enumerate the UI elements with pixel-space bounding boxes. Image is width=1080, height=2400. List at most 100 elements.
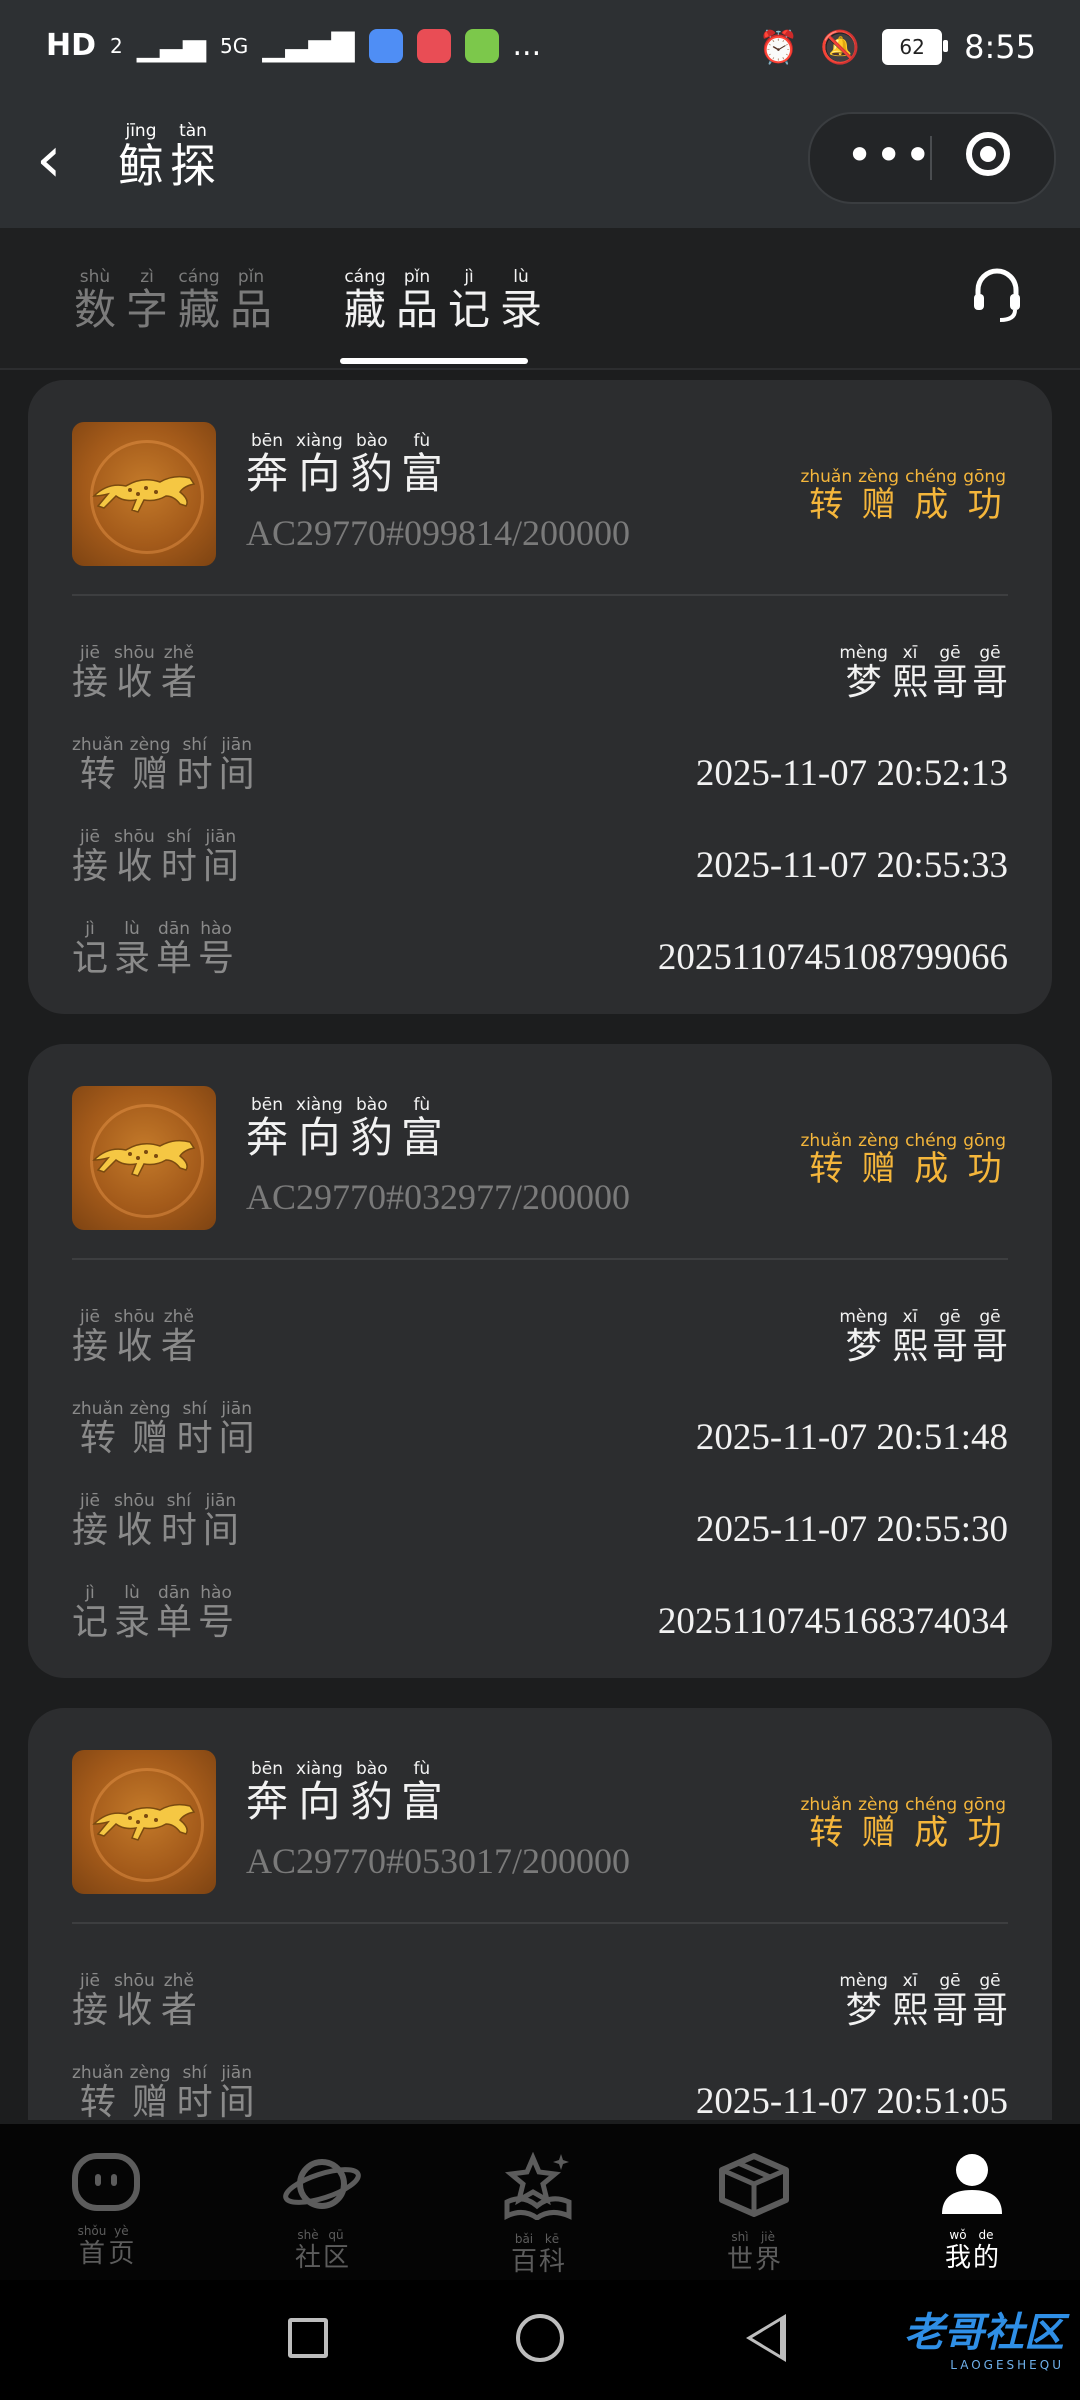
transfer-time-row-label-char: shí 时 xyxy=(176,1399,213,1459)
collection-name-char: fù 富 xyxy=(400,431,443,498)
transfer-time-row-value: 2025-11-07 20:52:13 xyxy=(695,753,1008,795)
record-no-row-label: jì 记 lù 录 dān 单 hào 号 xyxy=(72,1584,234,1643)
record-no-row-label-char: jì 记 xyxy=(72,1583,109,1643)
nav-item[interactable]: wǒ 我 de 的 xyxy=(912,2152,1032,2274)
status-right: ⏰ 🔕 62 8:55 xyxy=(758,28,1036,66)
watermark-subtext: LAOGESHEQU xyxy=(950,2358,1064,2372)
record-no-row-label-char: dān 单 xyxy=(156,919,193,979)
collection-name-char: bào 豹 xyxy=(350,1095,393,1162)
receiver-row-label-char: shōu 收 xyxy=(114,643,155,703)
receiver-name-char: gē 哥 xyxy=(971,643,1008,703)
record-card[interactable]: bēn 奔 xiàng 向 bào 豹 fù 富 AC29770#053017/200000 … xyxy=(28,1708,1052,2120)
receiver-row-label: jiē 接 shōu 收 zhě 者 xyxy=(72,1308,197,1367)
transfer-time-row-label: zhuǎn 转 zèng 赠 shí 时 jiān 间 xyxy=(72,736,255,795)
receive-time-row-label-char: shí 时 xyxy=(160,827,197,887)
receiver-row-label: jiē 接 shōu 收 zhě 者 xyxy=(72,1972,197,2031)
nav-label-char: wǒ 我 xyxy=(944,2228,971,2273)
receive-time-row-label: jiē 接 shōu 收 shí 时 jiān 间 xyxy=(72,1492,239,1551)
page-title: jīng 鲸 tàn 探 xyxy=(118,121,216,193)
status-char: zèng 赠 xyxy=(858,467,900,525)
receiver-name-char: gē 哥 xyxy=(971,1307,1008,1367)
transfer-time-row: zhuǎn 转 zèng 赠 shí 时 jiān 间 2025-11-07 20:51:05 xyxy=(72,2064,1008,2120)
collection-serial: AC29770#099814/200000 xyxy=(246,513,631,553)
collection-thumbnail xyxy=(72,422,216,566)
receiver-row-label-char: shōu 收 xyxy=(114,1971,155,2031)
recent-apps-icon[interactable] xyxy=(288,2318,328,2358)
receiver-name-char: gē 哥 xyxy=(931,1971,968,2031)
signal-icon: ▁▃▅ xyxy=(136,28,206,63)
nav-item[interactable]: shè 社 qū 区 xyxy=(262,2152,382,2274)
status-left: HD 2 ▁▃▅ 5G ▁▃▅▇ ... xyxy=(46,28,541,63)
collection-name: bēn 奔 xiàng 向 bào 豹 fù 富 xyxy=(246,1096,443,1162)
tab-collection-records[interactable]: cáng 藏 pǐn 品 jì 记 lù 录 xyxy=(344,268,542,334)
nav-item[interactable]: shǒu 首 yè 页 xyxy=(46,2152,166,2270)
transfer-time-row-label-char: jiān 间 xyxy=(218,2063,255,2120)
mute-icon: 🔕 xyxy=(820,28,861,66)
status-char: gōng 功 xyxy=(963,1795,1006,1853)
planet-icon xyxy=(282,2152,362,2220)
nav-label-char: kē 科 xyxy=(539,2232,566,2277)
chevron-left-icon[interactable]: ‹ xyxy=(36,128,62,192)
nav-label: wǒ 我 de 的 xyxy=(945,2226,999,2274)
nav-label: shì 世 jiè 界 xyxy=(727,2228,781,2276)
nav-label-char: shǒu 首 xyxy=(77,2224,107,2269)
record-no-row-label-char: hào 号 xyxy=(198,919,235,979)
nav-item[interactable]: shì 世 jiè 界 xyxy=(694,2152,814,2276)
watermark-text: 老哥社区 xyxy=(904,2310,1064,2356)
home-icon[interactable] xyxy=(516,2314,564,2362)
receive-time-row-label-char: shí 时 xyxy=(160,1491,197,1551)
status-char: chéng 成 xyxy=(905,1795,958,1853)
card-divider xyxy=(72,594,1008,596)
receiver-row-label-char: zhě 者 xyxy=(160,643,197,703)
nav-label-char: bǎi 百 xyxy=(510,2232,537,2277)
app-notification-icon xyxy=(368,28,403,63)
nav-item[interactable]: bǎi 百 kē 科 xyxy=(478,2151,598,2278)
receive-time-row-label-char: shōu 收 xyxy=(114,1491,155,1551)
record-no-row-label-char: lù 录 xyxy=(114,919,151,979)
more-notifications-icon: ... xyxy=(512,28,542,63)
transfer-time-row-label: zhuǎn 转 zèng 赠 shí 时 jiān 间 xyxy=(72,2064,255,2120)
record-card[interactable]: bēn 奔 xiàng 向 bào 豹 fù 富 AC29770#099814/200000 … xyxy=(28,380,1052,1014)
app-notification-icon xyxy=(464,28,499,63)
receiver-name-char: gē 哥 xyxy=(971,1971,1008,2031)
target-icon[interactable] xyxy=(966,132,1010,176)
alarm-icon: ⏰ xyxy=(758,28,799,66)
receiver-name-char: mèng 梦 xyxy=(839,643,888,703)
transfer-time-row-label-char: zèng 赠 xyxy=(129,735,171,795)
collection-name-char: xiàng 向 xyxy=(296,431,343,498)
status-char: zhuǎn 转 xyxy=(800,1795,853,1853)
transfer-time-row-value: 2025-11-07 20:51:48 xyxy=(695,1417,1008,1459)
record-list[interactable]: bēn 奔 xiàng 向 bào 豹 fù 富 AC29770#099814/200000 … xyxy=(28,380,1052,2120)
record-no-row-label-char: lù 录 xyxy=(114,1583,151,1643)
collection-name-char: bào 豹 xyxy=(350,431,393,498)
record-no-row-label-char: jì 记 xyxy=(72,919,109,979)
leopard-icon xyxy=(92,1139,196,1177)
record-no-row-label-char: dān 单 xyxy=(156,1583,193,1643)
status-char: zhuǎn 转 xyxy=(800,467,853,525)
transfer-time-row-label-char: zèng 赠 xyxy=(129,1399,171,1459)
transfer-time-row-label-char: shí 时 xyxy=(176,2063,213,2120)
clock: 8:55 xyxy=(964,28,1036,66)
collection-name-char: bēn 奔 xyxy=(246,1759,289,1826)
more-dots-icon[interactable]: ••• xyxy=(846,128,933,182)
record-card[interactable]: bēn 奔 xiàng 向 bào 豹 fù 富 AC29770#032977/200000 … xyxy=(28,1044,1052,1678)
collection-serial: AC29770#032977/200000 xyxy=(246,1177,631,1217)
collection-name: bēn 奔 xiàng 向 bào 豹 fù 富 xyxy=(246,1760,443,1826)
status-char: gōng 功 xyxy=(963,467,1006,525)
back-icon[interactable] xyxy=(746,2314,786,2362)
headset-icon[interactable] xyxy=(972,268,1022,324)
status-bar: HD 2 ▁▃▅ 5G ▁▃▅▇ ... ⏰ 🔕 62 8:55 xyxy=(0,0,1080,100)
collection-name-char: bēn 奔 xyxy=(246,1095,289,1162)
transfer-time-row-label: zhuǎn 转 zèng 赠 shí 时 jiān 间 xyxy=(72,1400,255,1459)
app-header: ‹ jīng 鲸 tàn 探 ••• xyxy=(0,100,1080,228)
box-icon xyxy=(718,2152,790,2222)
receive-time-row-label-char: jiān 间 xyxy=(202,827,239,887)
transfer-time-row-label-char: shí 时 xyxy=(176,735,213,795)
status-char: zèng 赠 xyxy=(858,1795,900,1853)
receiver-name-char: gē 哥 xyxy=(931,1307,968,1367)
status-char: zhuǎn 转 xyxy=(800,1131,853,1189)
transfer-time-row-label-char: jiān 间 xyxy=(218,735,255,795)
tab-digital-collections[interactable]: shù 数 zì 字 cáng 藏 pǐn 品 xyxy=(74,268,272,334)
nav-label-char: shè 社 xyxy=(294,2228,321,2273)
transfer-time-row-label-char: zhuǎn 转 xyxy=(72,1399,124,1459)
